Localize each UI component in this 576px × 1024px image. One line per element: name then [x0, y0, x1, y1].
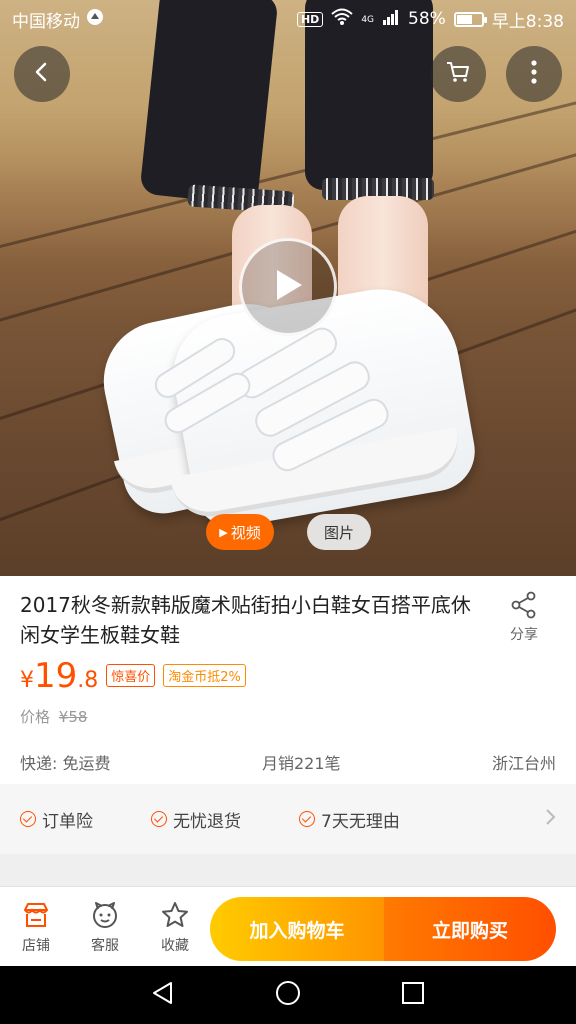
tab-video[interactable]: ▶ 视频 — [206, 514, 274, 550]
service-icon — [75, 899, 135, 931]
tab-photo-label: 图片 — [323, 523, 354, 542]
product-title: 2017秋冬新款韩版魔术贴街拍小白鞋女百搭平底休闲女学生板鞋女鞋 — [20, 593, 471, 647]
shop-button[interactable]: 店铺 — [6, 899, 66, 955]
nav-back-icon[interactable] — [149, 979, 177, 1011]
service-item: 7天无理由 — [299, 807, 400, 832]
delivery-info: 快递: 免运费 月销221笔 浙江台州 — [20, 750, 556, 774]
shipping-fee: 快递: 免运费 — [20, 754, 111, 773]
back-button[interactable] — [14, 46, 70, 102]
add-to-cart-button[interactable]: 加入购物车 — [210, 897, 384, 961]
section-divider — [0, 854, 576, 886]
battery-percent: 58% — [408, 9, 446, 29]
coin-discount-tag: 淘金币抵2% — [163, 664, 246, 687]
hd-badge: HD — [296, 11, 324, 27]
tab-video-label: 视频 — [230, 523, 261, 542]
cart-button[interactable] — [430, 46, 486, 102]
tab-photo[interactable]: 图片 — [307, 514, 371, 550]
nav-home-icon[interactable] — [274, 979, 302, 1011]
customer-service-button[interactable]: 客服 — [75, 899, 135, 955]
status-bar: 中国移动 HD 4G 58% 早上8:38 — [0, 0, 576, 38]
price-decimal: .8 — [77, 668, 99, 693]
system-navigation-bar — [0, 966, 576, 1024]
service-label: 订单险 — [42, 811, 93, 832]
more-button[interactable] — [506, 46, 562, 102]
carrier-label: 中国移动 — [12, 11, 80, 32]
check-circle-icon — [20, 811, 36, 827]
more-icon — [530, 59, 538, 89]
original-price-value: ¥58 — [58, 708, 88, 726]
chevron-right-icon — [544, 807, 556, 831]
original-price: 价格 ¥58 — [20, 706, 87, 727]
action-bar: 店铺 客服 收藏 加入购物车 立即购买 — [0, 886, 576, 966]
service-label: 客服 — [91, 938, 119, 954]
battery-icon — [453, 11, 487, 27]
check-circle-icon — [151, 811, 167, 827]
favorite-label: 收藏 — [161, 938, 189, 954]
share-label: 分享 — [510, 627, 538, 643]
price-currency: ¥ — [20, 668, 34, 693]
service-label: 7天无理由 — [321, 811, 400, 832]
ship-from-location: 浙江台州 — [491, 754, 556, 773]
monthly-sales: 月销221笔 — [261, 754, 341, 773]
back-icon — [31, 61, 53, 87]
buy-now-button[interactable]: 立即购买 — [384, 897, 556, 961]
play-icon — [271, 267, 305, 307]
play-video-button[interactable] — [239, 238, 337, 336]
price: ¥ 19 .8 惊喜价 淘金币抵2% — [20, 656, 246, 696]
check-circle-icon — [299, 811, 315, 827]
service-label: 无忧退货 — [173, 811, 241, 832]
roaming-icon — [86, 8, 104, 31]
share-icon — [494, 590, 554, 624]
service-item: 无忧退货 — [151, 807, 241, 832]
cart-icon — [445, 59, 471, 89]
nav-recents-icon[interactable] — [399, 979, 427, 1011]
video-play-icon: ▶ — [219, 525, 228, 539]
clock: 早上8:38 — [491, 11, 564, 32]
service-guarantees[interactable]: 订单险 无忧退货 7天无理由 — [0, 784, 576, 854]
network-type: 4G — [361, 14, 375, 25]
price-integer: 19 — [34, 656, 78, 696]
wifi-icon — [331, 8, 353, 31]
surprise-price-tag: 惊喜价 — [106, 664, 156, 687]
original-price-label: 价格 — [20, 708, 51, 726]
star-icon — [145, 899, 205, 931]
service-item: 订单险 — [20, 807, 93, 832]
product-info: 2017秋冬新款韩版魔术贴街拍小白鞋女百搭平底休闲女学生板鞋女鞋 分享 ¥ 19… — [0, 576, 576, 784]
share-button[interactable]: 分享 — [494, 590, 554, 644]
shop-icon — [6, 899, 66, 931]
shop-label: 店铺 — [22, 938, 50, 954]
signal-icon — [382, 8, 400, 31]
favorite-button[interactable]: 收藏 — [145, 899, 205, 955]
